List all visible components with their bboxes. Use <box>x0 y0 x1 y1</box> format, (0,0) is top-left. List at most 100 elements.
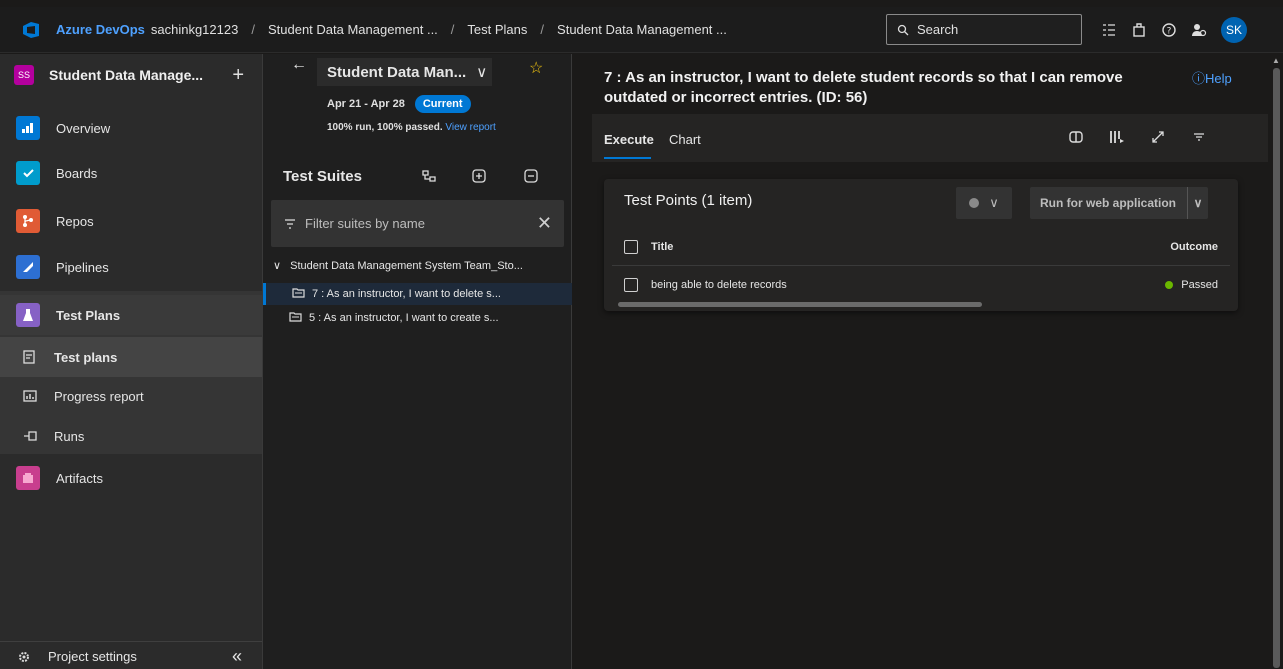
passed-status-icon <box>1165 281 1174 289</box>
current-badge: Current <box>414 95 471 113</box>
breadcrumb-project[interactable]: Student Data Management ... <box>268 22 438 37</box>
breadcrumb: Azure DevOps sachinkg12123 / Student Dat… <box>48 22 727 37</box>
back-arrow-icon[interactable]: ← <box>291 56 307 74</box>
suite-folder-icon <box>292 287 305 301</box>
outcome-cell: Passed <box>1165 279 1218 291</box>
pipelines-icon <box>16 255 40 279</box>
chevron-down-icon: ∨ <box>476 64 488 81</box>
column-options-icon[interactable] <box>1106 126 1128 148</box>
nav-label: Repos <box>56 213 94 229</box>
nav-label: Artifacts <box>56 470 103 486</box>
top-bar: Azure DevOps sachinkg12123 / Student Dat… <box>0 7 1283 53</box>
chevron-down-icon: ∨ <box>273 260 282 272</box>
suite-tree-root[interactable]: ∨ Student Data Management System Team_St… <box>273 259 523 272</box>
run-button-label: Run for web application <box>1040 196 1177 210</box>
suite-label: 5 : As an instructor, I want to create s… <box>309 312 499 324</box>
search-icon <box>897 24 909 35</box>
outcome-status-icon <box>969 198 980 208</box>
help-link[interactable]: ⓘHelp <box>1192 68 1232 87</box>
run-button[interactable]: Run for web application ∨ <box>1030 187 1208 219</box>
suite-item[interactable]: 5 : As an instructor, I want to create s… <box>263 307 572 329</box>
chevron-down-icon: ∨ <box>989 195 999 210</box>
column-title[interactable]: Title <box>651 241 673 253</box>
filter-placeholder: Filter suites by name <box>305 216 425 231</box>
left-nav: SS Student Data Manage... + Overview Boa… <box>0 54 263 669</box>
nav-runs[interactable]: Runs <box>0 416 262 456</box>
collapse-nav-icon[interactable]: « <box>232 646 242 667</box>
test-points-card: Test Points (1 item) ∨ Run for web appli… <box>604 179 1238 311</box>
test-suites-panel: ← Student Data Man... ∨ ☆ Apr 21 - Apr 2… <box>263 54 572 669</box>
nav-test-plans[interactable]: Test Plans <box>0 295 262 335</box>
horizontal-scrollbar[interactable] <box>618 302 982 307</box>
nav-progress-report[interactable]: Progress report <box>0 376 262 416</box>
project-name: Student Data Manage... <box>49 67 204 83</box>
run-summary-text: 100% run, 100% passed. <box>327 122 443 133</box>
work-items-icon[interactable] <box>1095 15 1123 45</box>
full-screen-icon[interactable] <box>1147 126 1169 148</box>
row-checkbox[interactable] <box>624 278 638 292</box>
new-suite-icon[interactable] <box>421 168 437 184</box>
azure-devops-logo-icon[interactable] <box>14 7 48 53</box>
progress-report-icon <box>22 388 38 404</box>
artifacts-icon <box>16 466 40 490</box>
help-label: Help <box>1205 71 1232 86</box>
marketplace-icon[interactable] <box>1125 15 1153 45</box>
nav-project-settings[interactable]: Project settings « <box>0 641 262 669</box>
scroll-up-icon[interactable]: ▲ <box>1272 56 1280 65</box>
brand-link[interactable]: Azure DevOps <box>56 22 145 37</box>
user-settings-icon[interactable] <box>1185 15 1213 45</box>
vertical-scrollbar[interactable]: ▲ <box>1270 54 1283 669</box>
iteration-dates: Apr 21 - Apr 28 <box>327 98 405 110</box>
nav-repos[interactable]: Repos <box>0 201 262 241</box>
tab-execute[interactable]: Execute <box>604 132 654 147</box>
scrollbar-thumb[interactable] <box>1273 68 1280 668</box>
nav-label: Boards <box>56 165 98 181</box>
collapse-all-icon[interactable] <box>523 168 539 184</box>
nav-boards[interactable]: Boards <box>0 153 262 193</box>
suite-item-selected[interactable]: 7 : As an instructor, I want to delete s… <box>263 283 572 305</box>
table-header: Title Outcome <box>624 237 1218 257</box>
nav-overview[interactable]: Overview <box>0 108 262 148</box>
view-report-link[interactable]: View report <box>445 122 495 133</box>
nav-test-plans-sub[interactable]: Test plans <box>0 337 262 377</box>
favorite-star-icon[interactable]: ☆ <box>529 58 543 78</box>
filter-icon <box>285 218 295 229</box>
outcome-dropdown[interactable]: ∨ <box>956 187 1012 219</box>
plan-dates: Apr 21 - Apr 28 Current <box>327 95 471 113</box>
select-all-checkbox[interactable] <box>624 240 638 254</box>
project-header[interactable]: SS Student Data Manage... + <box>0 54 262 96</box>
suite-folder-icon <box>289 311 302 325</box>
outcome-label: Passed <box>1181 279 1218 291</box>
root-suite-label: Student Data Management System Team_Sto.… <box>290 260 523 272</box>
test-suites-heading: Test Suites <box>283 167 362 185</box>
table-row[interactable]: being able to delete records Passed <box>624 275 1218 295</box>
breadcrumb-test-plans[interactable]: Test Plans <box>467 22 527 37</box>
plan-header: ← Student Data Man... ∨ ☆ Apr 21 - Apr 2… <box>263 54 572 154</box>
user-avatar[interactable]: SK <box>1221 17 1247 43</box>
toggle-pane-icon[interactable] <box>1065 126 1087 148</box>
runs-icon <box>22 428 38 444</box>
nav-pipelines[interactable]: Pipelines <box>0 247 262 287</box>
nav-label: Project settings <box>48 649 137 664</box>
nav-artifacts[interactable]: Artifacts <box>0 458 262 498</box>
plan-name: Student Data Man... <box>327 63 467 81</box>
plus-icon[interactable]: + <box>232 64 244 87</box>
help-icon[interactable]: ? <box>1155 15 1183 45</box>
nav-label: Test Plans <box>56 307 121 323</box>
tab-chart[interactable]: Chart <box>669 132 701 147</box>
org-link[interactable]: sachinkg12123 <box>151 22 238 37</box>
divider <box>612 265 1230 266</box>
test-plans-icon <box>16 303 40 327</box>
expand-all-icon[interactable] <box>471 168 487 184</box>
plan-picker[interactable]: Student Data Man... ∨ <box>317 58 492 86</box>
gear-icon <box>16 649 32 665</box>
clear-filter-icon[interactable]: ✕ <box>537 213 552 234</box>
filter-suites-input[interactable]: Filter suites by name ✕ <box>271 200 564 247</box>
filter-icon[interactable] <box>1188 126 1210 148</box>
search-box[interactable]: Search <box>886 14 1082 45</box>
svg-text:?: ? <box>1167 27 1172 37</box>
column-outcome[interactable]: Outcome <box>1170 241 1218 253</box>
breadcrumb-plan[interactable]: Student Data Management ... <box>557 22 727 37</box>
nav-label: Test plans <box>54 349 118 365</box>
run-options-chevron-icon[interactable]: ∨ <box>1187 187 1208 219</box>
